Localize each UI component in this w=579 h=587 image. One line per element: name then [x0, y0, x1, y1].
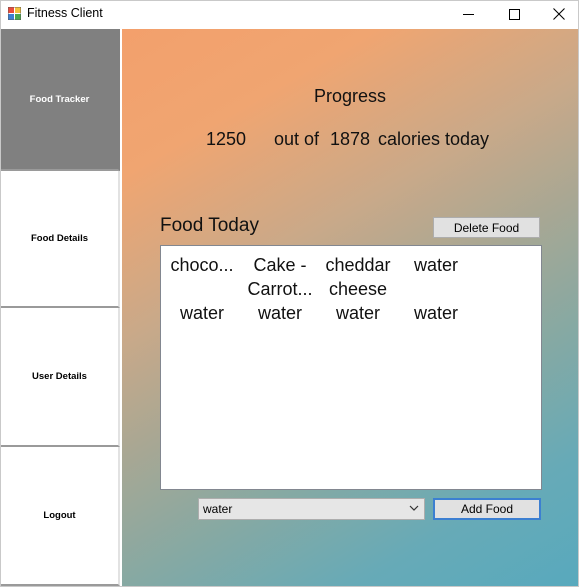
sidebar-item-label: Logout	[43, 510, 76, 521]
delete-food-button[interactable]: Delete Food	[433, 217, 540, 238]
list-item[interactable]: Cake - Carrot...	[241, 253, 319, 301]
close-button[interactable]	[536, 1, 579, 27]
app-window: Fitness Client Food Tracker Food Details	[0, 0, 579, 587]
food-list[interactable]: choco... Cake - Carrot... cheddar cheese…	[160, 245, 542, 490]
food-select-value: water	[203, 502, 233, 516]
list-item[interactable]: water	[241, 301, 319, 325]
food-today-heading: Food Today	[160, 215, 259, 236]
list-item[interactable]: water	[397, 253, 475, 277]
list-item[interactable]: water	[397, 301, 475, 325]
title-bar: Fitness Client	[1, 1, 578, 28]
list-item[interactable]: choco...	[163, 253, 241, 277]
close-icon	[553, 8, 565, 20]
sidebar-item-label: Food Tracker	[29, 93, 90, 105]
add-food-button[interactable]: Add Food	[433, 498, 541, 520]
sidebar-item-food-tracker[interactable]: Food Tracker	[1, 29, 120, 171]
sidebar-item-user-details[interactable]: User Details	[1, 308, 120, 447]
calories-out-of-label: out of	[274, 129, 320, 149]
calories-current: 1250	[206, 129, 247, 149]
sidebar-item-label: User Details	[32, 371, 87, 382]
progress-title: Progress	[314, 86, 387, 106]
calories-suffix-label: calories today	[378, 129, 490, 149]
sidebar: Food Tracker Food Details User Details L…	[1, 29, 122, 586]
maximize-icon	[508, 8, 520, 20]
list-item[interactable]: water	[319, 301, 397, 325]
sidebar-item-logout[interactable]: Logout	[1, 447, 120, 586]
sidebar-item-label: Food Details	[30, 233, 88, 244]
minimize-icon	[462, 13, 474, 15]
chevron-down-icon	[409, 505, 419, 511]
window-title: Fitness Client	[27, 6, 103, 20]
list-item[interactable]: water	[163, 301, 241, 325]
calories-goal: 1878	[330, 129, 371, 149]
sidebar-item-food-details[interactable]: Food Details	[1, 171, 120, 308]
food-select-dropdown[interactable]: water	[198, 498, 425, 520]
app-icon	[8, 7, 21, 20]
minimize-button[interactable]	[445, 1, 491, 27]
maximize-button[interactable]	[491, 1, 537, 27]
food-tracker-panel: Progress 1250 out of 1878 calories today…	[122, 29, 578, 586]
list-item[interactable]: cheddar cheese	[319, 253, 397, 301]
